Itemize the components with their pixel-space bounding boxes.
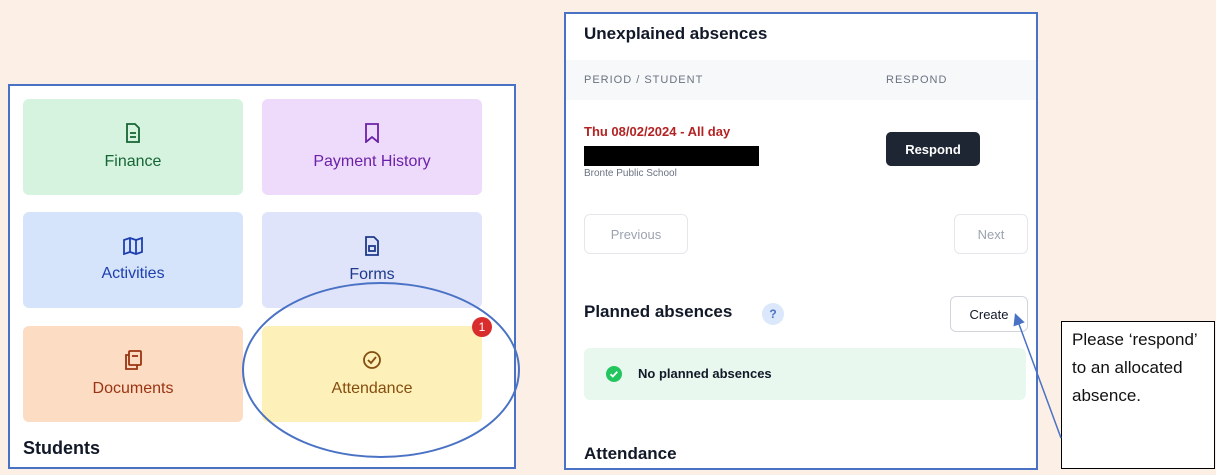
tile-activities[interactable]: Activities [23, 212, 243, 308]
tile-finance[interactable]: Finance [23, 99, 243, 195]
dashboard-panel: Finance Payment History Activities Forms [8, 84, 520, 469]
clipboard-icon [124, 350, 142, 370]
tile-documents-label: Documents [92, 380, 174, 397]
absences-panel: Unexplained absences PERIOD / STUDENT RE… [564, 12, 1038, 470]
no-planned-absences-notice: No planned absences [584, 348, 1026, 400]
column-header-period: PERIOD / STUDENT [584, 74, 704, 86]
tile-attendance[interactable]: Attendance [262, 326, 482, 422]
document-icon [125, 123, 141, 143]
redacted-student-name [584, 146, 759, 166]
bookmark-icon [364, 123, 380, 143]
absence-date: Thu 08/02/2024 - All day [584, 124, 731, 139]
table-header: PERIOD / STUDENT RESPOND [566, 60, 1036, 100]
tile-payment-history-label: Payment History [313, 153, 431, 170]
attendance-heading: Attendance [584, 444, 677, 463]
unexplained-absences-title: Unexplained absences [584, 24, 768, 43]
students-heading: Students [23, 438, 101, 458]
notification-badge: 1 [472, 317, 492, 337]
check-circle-icon [362, 350, 382, 370]
tile-finance-label: Finance [104, 153, 162, 170]
tile-forms[interactable]: Forms [262, 212, 482, 308]
tile-activities-label: Activities [101, 265, 165, 282]
help-icon[interactable]: ? [762, 303, 784, 325]
previous-button[interactable]: Previous [584, 214, 688, 254]
form-icon [364, 236, 380, 256]
map-icon [123, 237, 143, 255]
planned-absences-title: Planned absences [584, 302, 733, 321]
no-planned-absences-text: No planned absences [638, 366, 772, 381]
school-name: Bronte Public School [584, 168, 677, 179]
instruction-callout: Please ‘respond’ to an allocated absence… [1061, 321, 1215, 469]
tile-payment-history[interactable]: Payment History [262, 99, 482, 195]
next-button[interactable]: Next [954, 214, 1028, 254]
tile-attendance-label: Attendance [331, 380, 413, 397]
tile-documents[interactable]: Documents [23, 326, 243, 422]
column-header-respond: RESPOND [886, 74, 948, 86]
create-button[interactable]: Create [950, 296, 1028, 332]
tile-forms-label: Forms [349, 266, 395, 283]
success-check-icon [606, 366, 622, 387]
respond-button[interactable]: Respond [886, 132, 980, 166]
